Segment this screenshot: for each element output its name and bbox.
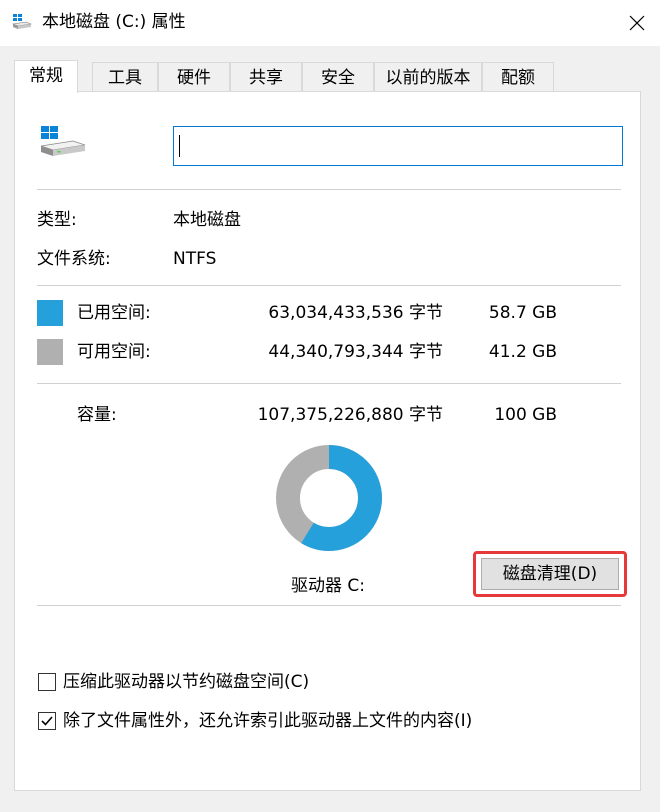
tab-sharing[interactable]: 共享 <box>230 62 302 92</box>
general-panel: 类型: 本地磁盘 文件系统: NTFS 已用空间: 63,034,433,536… <box>14 91 641 791</box>
drive-name-input[interactable] <box>173 126 623 166</box>
close-button[interactable] <box>614 0 660 46</box>
capacity-label: 容量: <box>77 405 117 425</box>
used-space-label: 已用空间: <box>77 303 151 323</box>
tab-strip: 常规 工具 硬件 共享 安全 以前的版本 配额 <box>14 60 654 93</box>
free-space-label: 可用空间: <box>77 342 151 362</box>
title-bar: 本地磁盘 (C:) 属性 <box>0 0 660 46</box>
close-icon <box>629 15 645 31</box>
used-space-size: 58.7 GB <box>488 303 557 323</box>
drive-icon <box>12 14 32 29</box>
tab-tools[interactable]: 工具 <box>92 62 158 92</box>
capacity-bytes: 107,375,226,880 字节 <box>257 405 443 425</box>
index-label[interactable]: 除了文件属性外，还允许索引此驱动器上文件的内容(I) <box>63 710 472 732</box>
checkmark-icon <box>41 716 53 726</box>
text-caret <box>179 135 180 157</box>
compress-checkbox[interactable] <box>38 673 56 691</box>
hard-drive-icon <box>40 126 86 156</box>
type-label: 类型: <box>37 210 77 230</box>
disk-cleanup-button[interactable]: 磁盘清理(D) <box>481 558 619 590</box>
capacity-size: 100 GB <box>494 405 557 425</box>
separator <box>37 383 621 384</box>
tab-security[interactable]: 安全 <box>302 62 374 92</box>
used-space-bytes: 63,034,433,536 字节 <box>268 303 443 323</box>
type-value: 本地磁盘 <box>173 210 241 230</box>
free-space-size: 41.2 GB <box>488 342 557 362</box>
tab-general[interactable]: 常规 <box>14 60 78 93</box>
index-checkbox[interactable] <box>38 712 56 730</box>
tab-quota[interactable]: 配额 <box>482 62 554 92</box>
window-title: 本地磁盘 (C:) 属性 <box>42 12 186 32</box>
usage-donut-chart <box>276 445 382 551</box>
drive-label: 驱动器 C: <box>291 576 366 596</box>
separator <box>37 285 621 286</box>
filesystem-label: 文件系统: <box>37 249 111 269</box>
separator <box>37 189 621 190</box>
filesystem-value: NTFS <box>173 249 217 269</box>
free-space-swatch <box>37 339 63 365</box>
compress-label[interactable]: 压缩此驱动器以节约磁盘空间(C) <box>63 671 309 693</box>
tab-previous-versions[interactable]: 以前的版本 <box>374 62 482 92</box>
separator <box>37 605 621 606</box>
free-space-bytes: 44,340,793,344 字节 <box>268 342 443 362</box>
tab-hardware[interactable]: 硬件 <box>158 62 230 92</box>
used-space-swatch <box>37 300 63 326</box>
